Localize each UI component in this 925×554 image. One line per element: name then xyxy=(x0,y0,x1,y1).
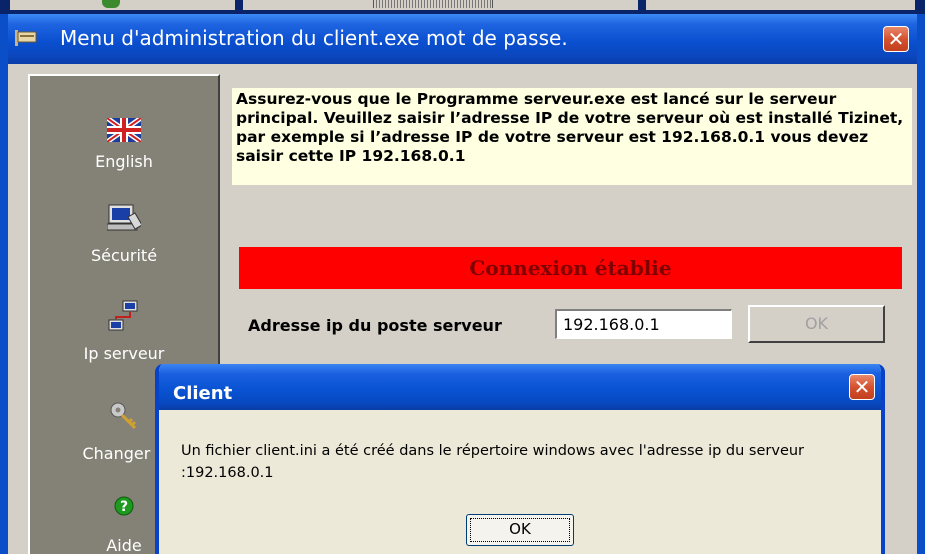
ip-address-input[interactable]: 192.168.0.1 xyxy=(555,309,732,339)
sidebar-item-security[interactable]: Sécurité xyxy=(30,202,218,265)
client-dialog-title: Client xyxy=(173,383,233,404)
ip-address-label: Adresse ip du poste serveur xyxy=(248,316,502,335)
app-icon xyxy=(15,30,37,46)
connection-status-banner: Connexion établie xyxy=(239,247,902,289)
uk-flag-icon xyxy=(105,112,143,146)
sidebar-item-label: Ip serveur xyxy=(83,344,165,363)
help-icon: ? xyxy=(107,492,141,526)
sidebar-item-english[interactable]: English xyxy=(30,112,218,171)
background-green-icon xyxy=(102,0,120,8)
background-panel xyxy=(243,0,638,10)
dialog-ok-button[interactable]: OK xyxy=(466,514,574,546)
ok-button-disabled[interactable]: OK xyxy=(748,305,885,343)
focus-rectangle xyxy=(470,518,570,542)
sidebar-item-ip-server[interactable]: Ip serveur xyxy=(30,300,218,363)
background-panel xyxy=(10,0,235,10)
background-window-strip xyxy=(0,0,925,14)
background-hatch xyxy=(373,0,493,8)
sidebar-item-label: Sécurité xyxy=(90,246,158,265)
close-icon[interactable]: ✕ xyxy=(883,26,909,52)
client-dialog: Client ✕ Un fichier client.ini a été cré… xyxy=(155,364,885,554)
admin-window-title: Menu d'administration du client.exe mot … xyxy=(60,26,568,50)
close-icon[interactable]: ✕ xyxy=(849,374,875,400)
client-dialog-message: Un fichier client.ini a été créé dans le… xyxy=(181,443,805,481)
computer-security-icon xyxy=(106,202,143,236)
network-computers-icon xyxy=(107,300,141,334)
admin-window-titlebar[interactable]: Menu d'administration du client.exe mot … xyxy=(8,14,917,64)
svg-text:?: ? xyxy=(120,499,128,515)
client-dialog-titlebar[interactable]: Client ✕ xyxy=(159,364,881,410)
background-panel xyxy=(646,0,915,10)
sidebar-item-label: English xyxy=(95,152,153,171)
keys-icon xyxy=(107,400,141,434)
instructions-text: Assurez-vous que le Programme serveur.ex… xyxy=(232,88,912,185)
